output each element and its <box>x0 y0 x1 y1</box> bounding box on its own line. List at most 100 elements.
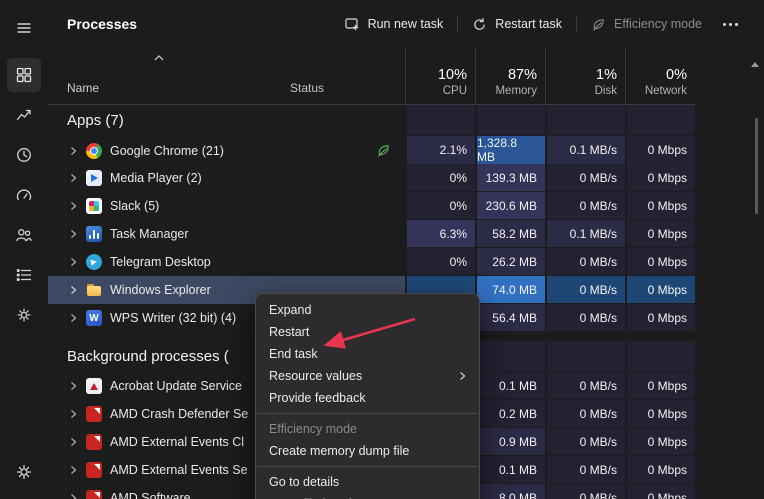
chevron-right-icon[interactable] <box>69 493 78 499</box>
memory-cell: 139.3 MB <box>475 164 545 192</box>
network-total-percent: 0% <box>666 67 687 83</box>
column-header-network[interactable]: 0% Network <box>625 48 695 104</box>
column-header-status[interactable]: Status <box>280 48 405 104</box>
network-cell: 0 Mbps <box>625 456 695 484</box>
run-new-task-button[interactable]: Run new task <box>333 9 455 39</box>
slack-icon <box>86 198 102 214</box>
cpu-cell: 0% <box>405 164 475 192</box>
process-row[interactable]: Task Manager 6.3% 58.2 MB 0.1 MB/s 0 Mbp… <box>48 220 695 248</box>
wps-writer-icon: W <box>86 310 102 326</box>
telegram-icon <box>86 254 102 270</box>
context-menu: Expand Restart End task Resource values … <box>255 293 480 499</box>
toolbar-divider <box>457 15 458 33</box>
network-cell: 0 Mbps <box>625 192 695 220</box>
chevron-right-icon[interactable] <box>69 465 78 475</box>
amd-icon <box>86 462 102 478</box>
network-cell: 0 Mbps <box>625 220 695 248</box>
network-cell: 0 Mbps <box>625 164 695 192</box>
column-header-name[interactable]: Name <box>48 48 280 104</box>
disk-cell: 0 MB/s <box>545 304 625 332</box>
sidebar-item-startup-apps[interactable] <box>7 178 41 212</box>
chevron-right-icon[interactable] <box>69 313 78 323</box>
menu-item-open-file-location[interactable]: Open file location <box>256 493 479 499</box>
menu-item-end-task[interactable]: End task <box>256 343 479 365</box>
disk-cell: 0 MB/s <box>545 484 625 499</box>
process-row[interactable]: Google Chrome (21) 2.1% 1,328.8 MB 0.1 M… <box>48 136 695 164</box>
process-name: Acrobat Update Service <box>110 379 242 393</box>
sidebar-item-app-history[interactable] <box>7 138 41 172</box>
status-cell <box>280 192 405 220</box>
media-player-icon <box>86 170 102 186</box>
menu-item-efficiency-mode[interactable]: Efficiency mode <box>256 418 479 440</box>
process-row[interactable]: Slack (5) 0% 230.6 MB 0 MB/s 0 Mbps <box>48 192 695 220</box>
menu-toggle-icon[interactable] <box>7 11 41 45</box>
chevron-right-icon[interactable] <box>69 409 78 419</box>
disk-cell: 0 MB/s <box>545 248 625 276</box>
cpu-cell: 6.3% <box>405 220 475 248</box>
process-name: Slack (5) <box>110 199 159 213</box>
memory-cell: 230.6 MB <box>475 192 545 220</box>
memory-cell: 8.0 MB <box>475 484 545 499</box>
disk-total-percent: 1% <box>596 67 617 83</box>
group-header-apps[interactable]: Apps (7) <box>48 105 695 136</box>
more-options-button[interactable] <box>713 9 748 39</box>
chevron-right-icon[interactable] <box>69 437 78 447</box>
process-name: AMD Software <box>110 491 191 499</box>
cpu-cell: 0% <box>405 192 475 220</box>
process-row[interactable]: Media Player (2) 0% 139.3 MB 0 MB/s 0 Mb… <box>48 164 695 192</box>
menu-item-create-memory-dump[interactable]: Create memory dump file <box>256 440 479 462</box>
chevron-right-icon[interactable] <box>69 201 78 211</box>
column-header-cpu[interactable]: 10% CPU <box>405 48 475 104</box>
chevron-right-icon[interactable] <box>69 229 78 239</box>
sidebar-item-users[interactable] <box>7 218 41 252</box>
sidebar-item-processes[interactable] <box>7 58 41 92</box>
network-cell: 0 Mbps <box>625 428 695 456</box>
chevron-right-icon[interactable] <box>69 146 78 156</box>
table-header: Name Status 10% CPU 87% Memory 1% Disk 0… <box>48 48 695 105</box>
submenu-arrow-icon <box>459 371 466 381</box>
memory-cell: 26.2 MB <box>475 248 545 276</box>
toolbar-divider <box>576 15 577 33</box>
cpu-cell: 2.1% <box>405 136 475 165</box>
disk-cell: 0 MB/s <box>545 456 625 484</box>
efficiency-mode-button[interactable]: Efficiency mode <box>580 9 713 39</box>
memory-cell: 0.2 MB <box>475 400 545 428</box>
sidebar-item-services[interactable] <box>7 298 41 332</box>
settings-button[interactable] <box>7 455 41 489</box>
chevron-right-icon[interactable] <box>69 257 78 267</box>
menu-item-resource-values[interactable]: Resource values <box>256 365 479 387</box>
amd-icon <box>86 490 102 499</box>
amd-icon <box>86 434 102 450</box>
chevron-right-icon[interactable] <box>69 173 78 183</box>
chevron-right-icon[interactable] <box>69 381 78 391</box>
process-name: WPS Writer (32 bit) (4) <box>110 311 236 325</box>
memory-cell: 0.9 MB <box>475 428 545 456</box>
process-name: AMD External Events Se <box>110 463 248 477</box>
scrollbar[interactable] <box>755 118 758 214</box>
efficiency-leaf-icon <box>591 17 606 32</box>
sidebar-item-performance[interactable] <box>7 98 41 132</box>
menu-item-provide-feedback[interactable]: Provide feedback <box>256 387 479 409</box>
menu-separator <box>257 413 478 414</box>
sidebar <box>0 0 48 499</box>
restart-task-button[interactable]: Restart task <box>461 9 573 39</box>
chevron-right-icon[interactable] <box>69 285 78 295</box>
network-cell: 0 Mbps <box>625 248 695 276</box>
amd-icon <box>86 406 102 422</box>
sidebar-item-details[interactable] <box>7 258 41 292</box>
menu-item-restart[interactable]: Restart <box>256 321 479 343</box>
menu-item-expand[interactable]: Expand <box>256 299 479 321</box>
column-header-memory[interactable]: 87% Memory <box>475 48 545 104</box>
process-row[interactable]: Telegram Desktop 0% 26.2 MB 0 MB/s 0 Mbp… <box>48 248 695 276</box>
scrollbar-up-arrow[interactable] <box>751 62 759 67</box>
network-cell: 0 Mbps <box>625 484 695 499</box>
disk-cell: 0 MB/s <box>545 164 625 192</box>
column-header-disk[interactable]: 1% Disk <box>545 48 625 104</box>
memory-cell: 74.0 MB <box>475 276 545 304</box>
memory-cell: 1,328.8 MB <box>475 136 545 165</box>
acrobat-icon <box>86 378 102 394</box>
memory-cell: 0.1 MB <box>475 372 545 400</box>
menu-item-go-to-details[interactable]: Go to details <box>256 471 479 493</box>
sort-ascending-icon <box>154 55 164 61</box>
process-name: Media Player (2) <box>110 171 202 185</box>
